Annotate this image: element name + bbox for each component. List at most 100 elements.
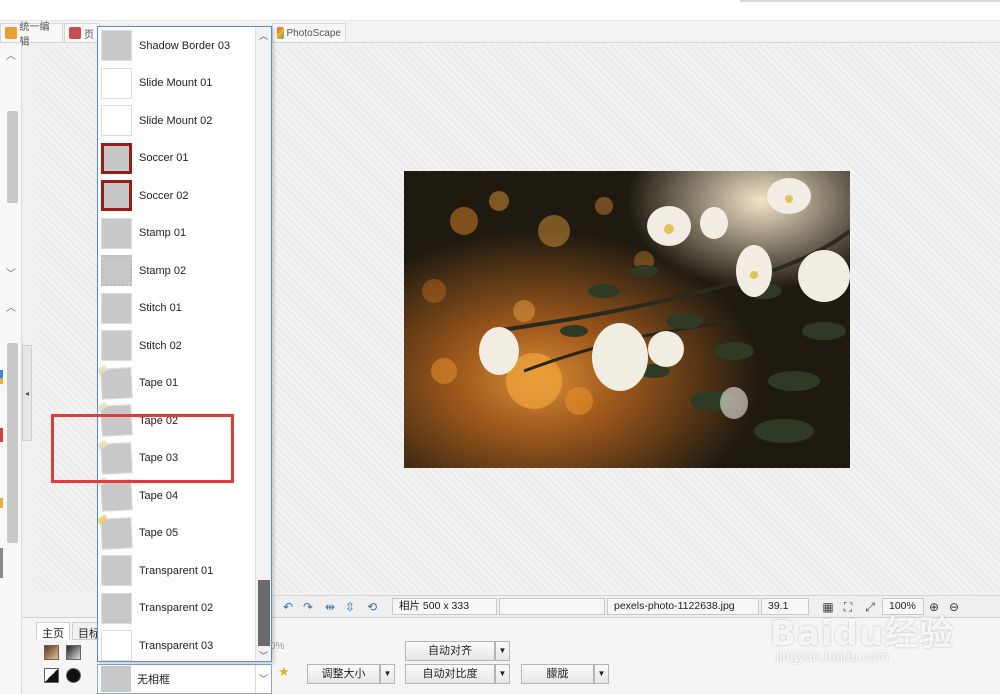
resize-button[interactable]: 调整大小	[307, 664, 380, 684]
tab-batch-edit[interactable]: 统一编辑	[0, 22, 63, 48]
frame-thumbnail	[101, 292, 132, 324]
batch-edit-icon	[5, 27, 17, 39]
tab-label: 页	[84, 29, 94, 41]
left-scrollbar-thumb[interactable]	[7, 111, 18, 203]
favorite-star-icon[interactable]: ★	[278, 664, 290, 680]
frame-select[interactable]: 无相框 ﹀	[97, 664, 272, 694]
frame-option[interactable]: Tape 01	[98, 365, 256, 403]
scroll-down-icon[interactable]: ﹀	[259, 649, 268, 661]
flip-horizontal-icon[interactable]: ⇹	[322, 599, 338, 615]
frame-option[interactable]: Stitch 02	[98, 327, 256, 365]
flip-vertical-icon[interactable]: ⇳	[342, 599, 358, 615]
flower-photo	[404, 171, 850, 468]
frame-thumb	[101, 666, 131, 692]
sharpen-dropdown[interactable]: ▼	[594, 664, 609, 684]
color-swatch	[0, 428, 3, 442]
photoscape-icon	[277, 27, 284, 39]
auto-align-button[interactable]: 自动对齐	[405, 641, 495, 661]
chevron-up-icon[interactable]: ︿	[6, 299, 16, 314]
frame-option[interactable]: Soccer 02	[98, 177, 256, 215]
title-strip	[0, 0, 1000, 21]
chevron-down-icon[interactable]: ﹀	[6, 265, 16, 280]
frame-option[interactable]: Slide Mount 01	[98, 65, 256, 103]
chevron-down-icon[interactable]: ﹀	[255, 665, 271, 693]
frame-option[interactable]: Shadow Border 03	[98, 27, 256, 65]
frame-option-label: Stamp 01	[139, 227, 187, 240]
frame-option[interactable]: Stamp 02	[98, 252, 256, 290]
left-panel-strip: ︿ ﹀ ︿	[0, 43, 22, 694]
frame-option[interactable]: Tape 05	[98, 515, 256, 553]
rotate-left-icon[interactable]: ↶	[280, 599, 296, 615]
frame-option-label: Stitch 02	[139, 339, 182, 352]
zoom-out-icon[interactable]: ⊖	[946, 599, 962, 615]
color-swatch	[0, 548, 3, 578]
frame-thumbnail	[101, 630, 132, 661]
frame-thumbnail	[101, 555, 132, 586]
page-icon	[69, 27, 81, 39]
photoscape-window: 统一编辑 页 PhotoScape ︿ ﹀ ︿ ◂ ↶ ↷ ⇹ ⇳ ⟲ 相片 5…	[0, 0, 1000, 694]
frame-option[interactable]: Slide Mount 02	[98, 102, 256, 140]
undo-history-icon[interactable]: ⟲	[364, 599, 380, 615]
frame-thumbnail	[101, 217, 132, 249]
frame-option[interactable]: Stitch 01	[98, 290, 256, 328]
frame-thumbnail	[101, 142, 132, 174]
checker-icon[interactable]: ▦	[820, 599, 836, 615]
frame-options: Shadow Border 03 Slide Mount 01 Slide Moun…	[98, 27, 256, 661]
auto-contrast-dropdown[interactable]: ▼	[495, 664, 510, 684]
auto-align-dropdown[interactable]: ▼	[495, 641, 510, 661]
frame-option-label: Tape 01	[139, 377, 179, 390]
tab-label: 统一编辑	[19, 22, 50, 48]
frame-dropdown-list[interactable]: Shadow Border 03 Slide Mount 01 Slide Moun…	[97, 26, 272, 662]
tab-home[interactable]: 主页	[36, 622, 70, 640]
frame-option-label: Tape 05	[139, 527, 179, 540]
frame-option[interactable]: Soccer 01	[98, 140, 256, 178]
percent-field: 0%	[270, 641, 285, 652]
frame-thumbnail	[101, 180, 132, 211]
photo-size-readout: 相片 500 x 333	[392, 598, 497, 615]
frame-option-label: Transparent 01	[139, 564, 214, 577]
color-swatch	[0, 378, 3, 384]
invert-tool-icon[interactable]	[66, 668, 81, 683]
frame-option-label: Soccer 01	[139, 152, 189, 165]
status-bar: ↶ ↷ ⇹ ⇳ ⟲ 相片 500 x 333 pexels-photo-1122…	[272, 595, 1000, 627]
frame-thumbnail	[101, 67, 132, 99]
dropdown-scrollbar[interactable]: ︿ ﹀	[255, 27, 271, 661]
frame-thumbnail	[101, 105, 132, 136]
sharpen-button[interactable]: 朦胧	[521, 664, 594, 684]
frame-thumbnail	[100, 479, 133, 512]
tab-photoscape[interactable]: PhotoScape	[272, 23, 346, 42]
photo-preview[interactable]	[404, 171, 850, 468]
color-swatch	[0, 370, 3, 378]
frame-option-label: Stitch 01	[139, 302, 182, 315]
fit-window-icon[interactable]: ⛶	[840, 599, 856, 615]
auto-contrast-button[interactable]: 自动对比度	[405, 664, 495, 684]
collapse-panel-toggle[interactable]: ◂	[22, 345, 32, 441]
left-scrollbar-thumb-2[interactable]	[7, 343, 18, 543]
frame-option[interactable]: Stamp 01	[98, 215, 256, 253]
frame-thumbnail	[101, 330, 132, 361]
zoom-level: 100%	[882, 598, 924, 615]
filesize-readout: 39.1 KB	[761, 598, 809, 627]
frame-option[interactable]: Transparent 01	[98, 552, 256, 590]
tab-page[interactable]: 页	[64, 23, 100, 42]
rotate-right-icon[interactable]: ↷	[300, 599, 316, 615]
resize-dropdown[interactable]: ▼	[380, 664, 395, 684]
color-swatch	[0, 498, 3, 508]
frame-option-label: Slide Mount 01	[139, 77, 213, 90]
window-edge-shadow	[740, 0, 1000, 2]
bw-tool-icon[interactable]	[44, 668, 59, 683]
actual-size-icon[interactable]: ⤢	[862, 599, 878, 615]
dropdown-scroll-thumb[interactable]	[258, 580, 270, 646]
scroll-up-icon[interactable]: ︿	[259, 29, 268, 42]
tape-03-highlight-box	[51, 414, 234, 483]
zoom-in-icon[interactable]: ⊕	[926, 599, 942, 615]
tab-label: PhotoScape	[286, 27, 342, 39]
chevron-up-icon[interactable]: ︿	[6, 47, 16, 62]
frame-option-label: Soccer 02	[139, 189, 189, 202]
brightness-tool-icon[interactable]	[44, 645, 59, 660]
contrast-tool-icon[interactable]	[66, 645, 81, 660]
frame-option[interactable]: Transparent 02	[98, 590, 256, 628]
frame-thumbnail	[100, 366, 133, 400]
frame-option-label: Shadow Border 03	[139, 39, 231, 52]
frame-option[interactable]: Transparent 03	[98, 627, 256, 661]
